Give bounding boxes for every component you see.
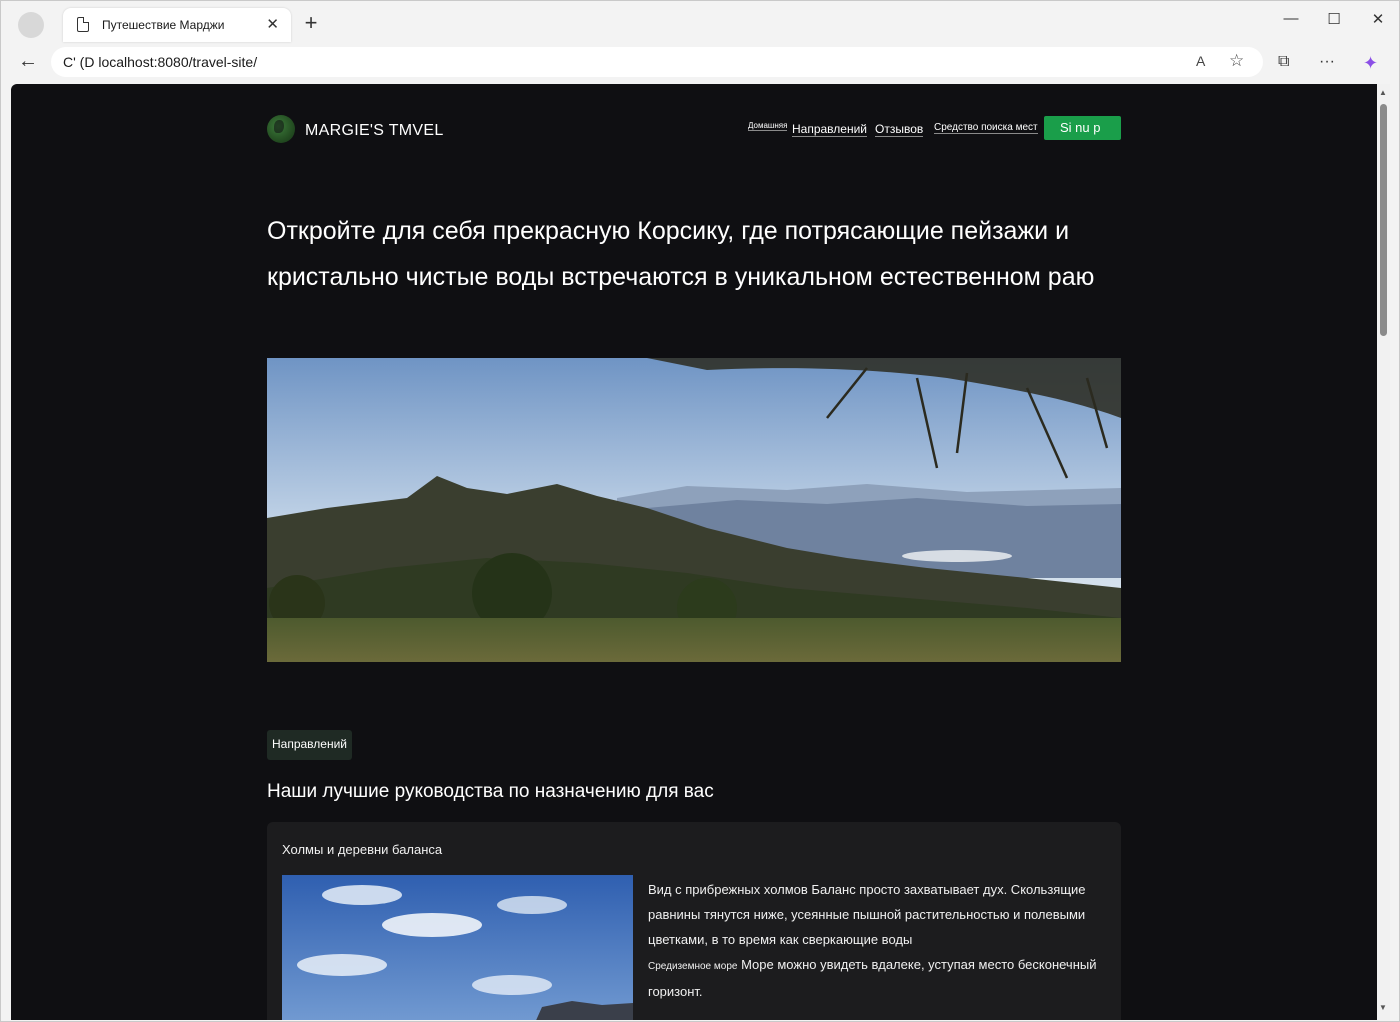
favorite-star-icon[interactable]: ☆ [1229,51,1244,71]
copilot-icon[interactable]: ✦ [1363,53,1378,74]
more-menu-icon[interactable]: ··· [1319,53,1335,71]
signup-button[interactable]: Si nu p [1044,116,1121,140]
card-description: Вид с прибрежных холмов Баланс просто за… [648,877,1138,1004]
globe-logo-icon [267,115,295,143]
page-icon [77,17,89,32]
maximize-button[interactable]: ☐ [1314,10,1354,28]
card-title: Холмы и деревни баланса [282,842,443,857]
url-value: localhost:8080/travel-site/ [98,54,258,70]
new-tab-button[interactable]: + [301,10,321,36]
scroll-up-icon[interactable]: ▲ [1379,88,1387,97]
section-title: Наши лучшие руководства по назначению дл… [267,781,714,802]
close-tab-icon[interactable]: ✕ [266,15,279,33]
browser-window: Путешествие Марджи ✕ + — ☐ ✕ ← C' (D loc… [0,0,1400,1022]
site-logo-text[interactable]: MARGIE'S TMVEL [305,122,444,140]
tab-bar: Путешествие Марджи ✕ + — ☐ ✕ [1,1,1400,45]
page-scrollbar[interactable]: ▲ ▼ [1377,84,1390,1020]
page-viewport: MARGIE'S TMVEL Домашняя Направлений Отзы… [11,84,1377,1020]
destination-card[interactable]: Холмы и деревни баланса Вид с прибрежных… [267,822,1121,1020]
collections-icon[interactable]: ⧉ [1278,53,1289,71]
card-text-1: Вид с прибрежных холмов Баланс просто за… [648,882,1086,947]
hero-title: Откройте для себя прекрасную Корсику, гд… [267,217,1095,291]
tab-active[interactable]: Путешествие Марджи ✕ [63,8,291,42]
card-sky-image [282,875,633,1020]
address-bar[interactable]: C' (D localhost:8080/travel-site/ A ☆ [51,47,1263,77]
scroll-thumb[interactable] [1380,104,1387,336]
minimize-button[interactable]: — [1271,10,1311,27]
nav-home[interactable]: Домашняя [748,121,788,131]
address-bar-row: ← C' (D localhost:8080/travel-site/ A ☆ … [1,45,1400,83]
nav-reviews[interactable]: Отзывов [875,122,924,137]
scroll-down-icon[interactable]: ▼ [1379,1003,1387,1012]
close-window-button[interactable]: ✕ [1358,10,1398,28]
hero-landscape-image [267,358,1121,662]
back-arrow-icon[interactable]: ← [18,50,38,73]
destinations-pill[interactable]: Направлений [267,730,352,760]
tab-title: Путешествие Марджи [102,18,225,32]
url-text[interactable]: C' (D localhost:8080/travel-site/ [63,54,257,70]
nav-destinations[interactable]: Направлений [792,122,867,137]
nav-finder[interactable]: Средство поиска мест [934,122,1038,134]
read-aloud-icon[interactable]: A [1196,53,1205,69]
url-prefix: C' (D [63,54,95,70]
profile-avatar[interactable] [18,12,44,38]
card-text-small: Средиземное море [648,961,738,972]
